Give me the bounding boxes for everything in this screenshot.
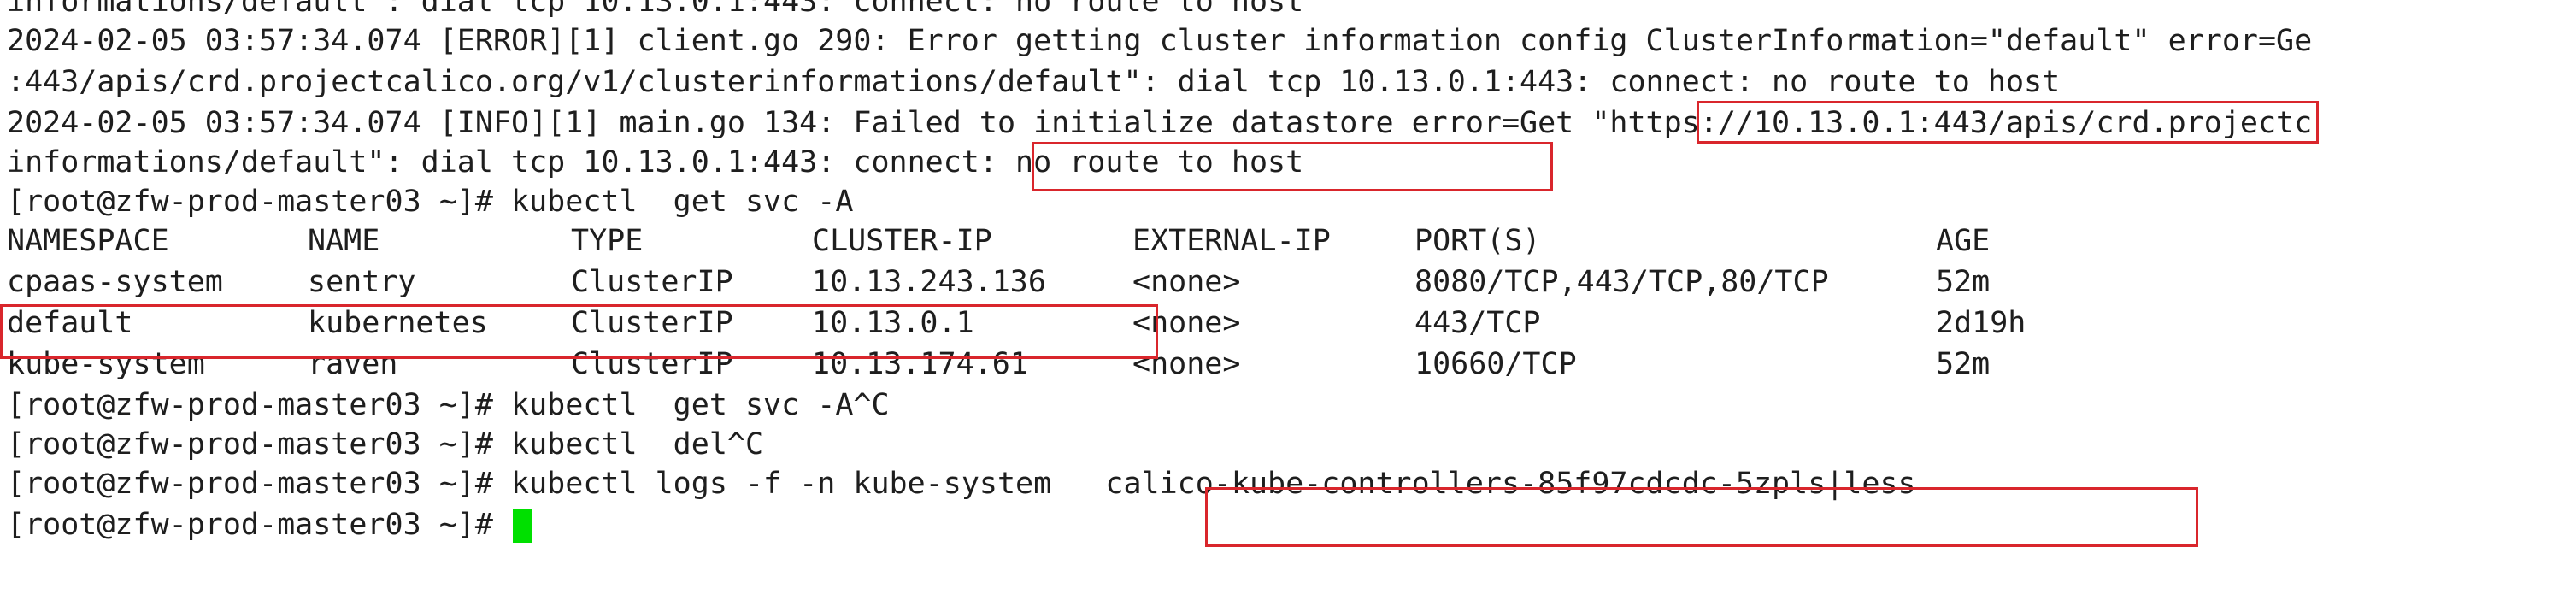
shell-prompt: [root@zfw-prod-master03 ~]# <box>7 508 493 542</box>
table-cell: 52m <box>1936 265 1991 299</box>
table-cell: 10660/TCP <box>1414 347 1577 381</box>
table-header: EXTERNAL-IP <box>1132 224 1331 258</box>
table-cell: 2d19h <box>1936 306 2026 340</box>
shell-prompt: [root@zfw-prod-master03 ~]# <box>7 467 493 501</box>
text-cursor <box>513 509 532 543</box>
table-cell: ClusterIP <box>571 347 733 381</box>
table-cell: ClusterIP <box>571 306 733 340</box>
table-cell: 52m <box>1936 347 1991 381</box>
command-line: [root@zfw-prod-master03 ~]# kubectl logs… <box>7 463 1916 504</box>
table-cell: raven <box>308 347 398 381</box>
table-cell: <none> <box>1132 306 1241 340</box>
shell-prompt: [root@zfw-prod-master03 ~]# <box>7 388 493 422</box>
log-line: informations/default": dial tcp 10.13.0.… <box>7 0 1304 19</box>
table-header: NAME <box>308 224 380 258</box>
command-text: kubectl get svc -A <box>511 185 854 219</box>
terminal-window[interactable]: informations/default": dial tcp 10.13.0.… <box>0 0 2576 606</box>
command-text: kubectl get svc -A^C <box>511 388 890 422</box>
log-line: 2024-02-05 03:57:34.074 [ERROR][1] clien… <box>7 24 2313 58</box>
table-header: AGE <box>1936 224 1991 258</box>
table-cell: cpaas-system <box>7 265 223 299</box>
table-cell: 10.13.174.61 <box>812 347 1028 381</box>
table-cell: <none> <box>1132 347 1241 381</box>
table-cell: <none> <box>1132 265 1241 299</box>
table-header: PORT(S) <box>1414 224 1541 258</box>
table-header: CLUSTER-IP <box>812 224 992 258</box>
table-cell: kubernetes <box>308 306 488 340</box>
table-cell: 8080/TCP,443/TCP,80/TCP <box>1414 265 1829 299</box>
command-line: [root@zfw-prod-master03 ~]# kubectl del^… <box>7 424 763 465</box>
log-line: 2024-02-05 03:57:34.074 [INFO][1] main.g… <box>7 106 2313 140</box>
table-cell: kube-system <box>7 347 205 381</box>
log-line: informations/default": dial tcp 10.13.0.… <box>7 145 1304 179</box>
log-line: :443/apis/crd.projectcalico.org/v1/clust… <box>7 65 2061 99</box>
active-command-line[interactable]: [root@zfw-prod-master03 ~]# <box>7 504 532 545</box>
command-line: [root@zfw-prod-master03 ~]# kubectl get … <box>7 385 890 426</box>
table-cell: default <box>7 306 133 340</box>
command-line: [root@zfw-prod-master03 ~]# kubectl get … <box>7 181 853 222</box>
table-cell: ClusterIP <box>571 265 733 299</box>
table-header: TYPE <box>571 224 644 258</box>
table-cell: 443/TCP <box>1414 306 1541 340</box>
table-cell: sentry <box>308 265 416 299</box>
shell-prompt: [root@zfw-prod-master03 ~]# <box>7 185 493 219</box>
command-text: kubectl del^C <box>511 427 764 462</box>
shell-prompt: [root@zfw-prod-master03 ~]# <box>7 427 493 462</box>
table-header: NAMESPACE <box>7 224 169 258</box>
table-cell: 10.13.0.1 <box>812 306 974 340</box>
command-text: kubectl logs -f -n kube-system calico-ku… <box>511 467 1916 501</box>
table-cell: 10.13.243.136 <box>812 265 1046 299</box>
